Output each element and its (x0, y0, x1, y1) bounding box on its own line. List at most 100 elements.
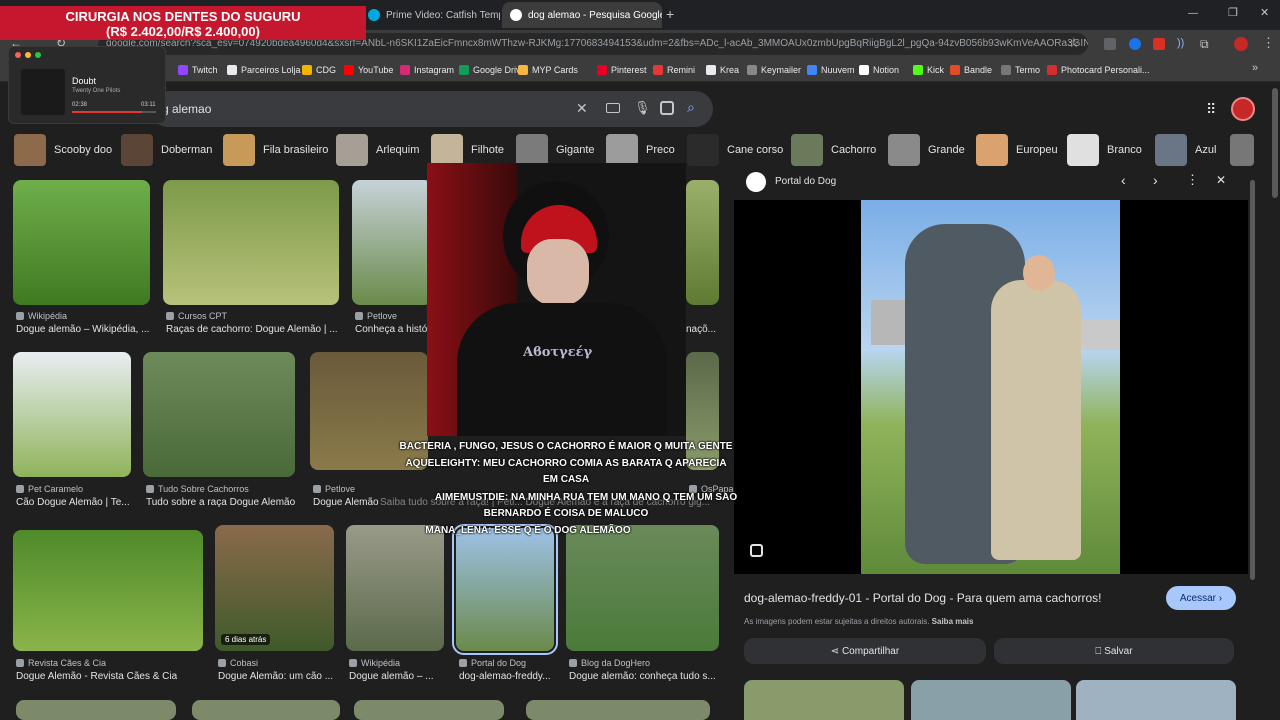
mic-icon[interactable]: 🎙 (634, 100, 651, 116)
result-thumbnail[interactable] (526, 700, 710, 720)
bookmark-item[interactable]: Google Drive (459, 62, 526, 78)
visit-button[interactable]: Acessar › (1166, 586, 1236, 610)
result-thumbnail[interactable] (452, 524, 558, 655)
panel-title[interactable]: dog-alemao-freddy-01 - Portal do Dog - P… (744, 591, 1154, 605)
bookmark-item[interactable]: Remini (653, 62, 695, 78)
bookmark-star-icon[interactable]: ☆ (1068, 35, 1080, 51)
result-source[interactable]: Petlove (355, 311, 397, 321)
result-source[interactable]: Wikipédia (349, 658, 400, 668)
result-source[interactable]: Petlove (313, 484, 355, 494)
result-thumbnail[interactable] (346, 525, 444, 651)
close-window-icon[interactable]: ✕ (1260, 6, 1269, 19)
preview-image[interactable] (861, 200, 1120, 574)
result-thumbnail[interactable] (13, 352, 131, 477)
search-chip[interactable]: Scooby doo (14, 134, 112, 166)
tab-google-search[interactable]: dog alemao - Pesquisa Google ✕ (502, 2, 662, 28)
bookmark-item[interactable]: CDG (302, 62, 336, 78)
result-title[interactable]: Dogue Alemão - Revista Cães & Cia (16, 671, 177, 682)
result-thumbnail[interactable] (686, 180, 719, 305)
more-bookmarks-icon[interactable]: » (1252, 62, 1258, 74)
result-title[interactable]: Conheça a histór (355, 324, 431, 335)
result-thumbnail[interactable] (352, 180, 432, 305)
result-title[interactable]: Raças de cachorro: Dogue Alemão | ... (166, 324, 338, 335)
result-source[interactable]: Cobasi (218, 658, 258, 668)
search-chip[interactable]: Azul (1155, 134, 1216, 166)
result-source[interactable]: Tudo Sobre Cachorros (146, 484, 249, 494)
result-thumbnail[interactable] (13, 180, 150, 305)
bookmark-item[interactable]: Pinterest (597, 62, 647, 78)
tab-prime-video[interactable]: Prime Video: Catfish Temporada ✕ (360, 2, 500, 28)
search-chip[interactable]: Preco (606, 134, 675, 166)
bookmark-item[interactable]: Krea (706, 62, 739, 78)
result-title[interactable]: dog-alemao-freddy... (459, 671, 551, 682)
search-chip[interactable]: Doberman (121, 134, 212, 166)
bookmark-item[interactable]: Bandle (950, 62, 992, 78)
prev-image-icon[interactable]: ‹ (1121, 172, 1126, 188)
more-options-icon[interactable]: ⋮ (1186, 172, 1199, 188)
extension-icon[interactable] (1153, 38, 1165, 50)
search-chip[interactable]: Cachorro (791, 134, 876, 166)
share-button[interactable]: ⋖ Compartilhar (744, 638, 986, 664)
extension-icon[interactable] (1104, 38, 1116, 50)
search-icon[interactable]: ⌕ (687, 99, 695, 116)
search-chip[interactable]: Filhote (431, 134, 504, 166)
extensions-puzzle-icon[interactable]: ⧉ (1200, 37, 1209, 52)
result-source[interactable]: Revista Cães & Cia (16, 658, 106, 668)
result-source[interactable]: Wikipédia (16, 311, 67, 321)
result-source[interactable]: Portal do Dog (459, 658, 526, 668)
save-button[interactable]: ⎕ Salvar (994, 638, 1234, 664)
result-thumbnail[interactable] (566, 525, 719, 651)
result-title[interactable]: Dogue alemão – Wikipédia, ... (16, 324, 149, 335)
menu-dots-icon[interactable]: ⋮ (1262, 35, 1275, 51)
minimize-icon[interactable]: — (1188, 8, 1198, 19)
result-title[interactable]: Tudo sobre a raça Dogue Alemão (146, 497, 295, 508)
restore-icon[interactable]: ❐ (1228, 6, 1238, 19)
search-chip[interactable]: Branco (1067, 134, 1142, 166)
chip-overflow-image[interactable] (1230, 134, 1254, 166)
search-chip[interactable]: Grande (888, 134, 965, 166)
search-chip[interactable]: Europeu (976, 134, 1058, 166)
apps-grid-icon[interactable]: ⠿ (1206, 101, 1216, 118)
result-thumbnail[interactable] (163, 180, 339, 305)
lens-search-icon[interactable] (750, 544, 763, 557)
search-chip[interactable]: Cane corso (687, 134, 783, 166)
bookmark-item[interactable]: Photocard Personali... (1047, 62, 1150, 78)
result-thumbnail[interactable] (354, 700, 504, 720)
result-source[interactable]: Cursos CPT (166, 311, 227, 321)
bookmark-item[interactable]: MYP Cards (518, 62, 578, 78)
clear-search-icon[interactable]: ✕ (576, 100, 588, 117)
related-image[interactable] (1076, 680, 1236, 720)
page-scrollbar[interactable] (1272, 88, 1278, 198)
result-source[interactable]: Blog da DogHero (569, 658, 650, 668)
result-title[interactable]: Dogue alemão – ... (349, 671, 434, 682)
result-thumbnail[interactable] (16, 700, 176, 720)
panel-scrollbar[interactable] (1250, 180, 1255, 580)
learn-more-link[interactable]: Saiba mais (932, 617, 974, 626)
result-source[interactable]: Pet Caramelo (16, 484, 83, 494)
related-image[interactable] (744, 680, 904, 720)
panel-site-name[interactable]: Portal do Dog (775, 176, 836, 187)
bookmark-item[interactable]: Twitch (178, 62, 218, 78)
keyboard-icon[interactable] (606, 103, 620, 113)
bookmark-item[interactable]: Instagram (400, 62, 454, 78)
result-title[interactable]: Dogue Alemão: um cão ... (218, 671, 333, 682)
result-thumbnail[interactable] (13, 530, 203, 651)
search-chip[interactable]: Arlequim (336, 134, 419, 166)
extension-icon[interactable] (1129, 38, 1141, 50)
bookmark-item[interactable]: Termo (1001, 62, 1040, 78)
related-image[interactable] (911, 680, 1071, 720)
bookmark-item[interactable]: Kick (913, 62, 944, 78)
result-title[interactable]: Cão Dogue Alemão | Te... (16, 497, 130, 508)
bookmark-item[interactable]: YouTube (344, 62, 393, 78)
bookmark-item[interactable]: Nuuvem (807, 62, 855, 78)
close-panel-icon[interactable]: ✕ (1216, 173, 1226, 187)
next-image-icon[interactable]: › (1153, 172, 1158, 188)
result-thumbnail[interactable] (143, 352, 295, 477)
search-chip[interactable]: Gigante (516, 134, 595, 166)
result-title[interactable]: Dogue Alemão (313, 497, 379, 508)
account-avatar[interactable] (1231, 97, 1255, 121)
search-box[interactable] (150, 91, 713, 127)
bookmark-item[interactable]: Keymailer (747, 62, 801, 78)
search-chip[interactable]: Fila brasileiro (223, 134, 328, 166)
result-thumbnail[interactable]: 6 dias atrás (215, 525, 334, 651)
